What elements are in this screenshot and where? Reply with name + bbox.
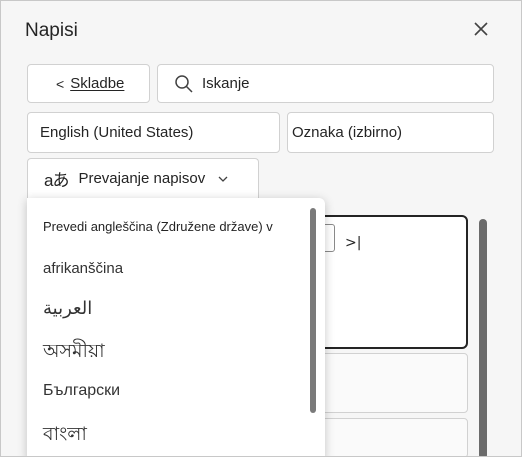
skip-to-end-icon[interactable]: >|: [345, 235, 361, 251]
tag-value: Oznaka (izbirno): [292, 124, 403, 141]
language-value: English (United States): [40, 124, 194, 141]
panel-title: Napisi: [25, 20, 78, 41]
translate-icon: aあ: [44, 171, 69, 190]
search-icon: [175, 74, 193, 93]
menu-item-language[interactable]: অসমীয়া: [43, 337, 105, 369]
caption-card[interactable]: [313, 353, 468, 413]
caption-card[interactable]: [313, 418, 468, 456]
translate-language-menu: Prevedi angleščina (Združene države) v a…: [27, 198, 325, 456]
menu-item-language[interactable]: বাংলা: [43, 420, 87, 452]
captions-panel: Napisi < Skladbe Iskanje English (United…: [0, 0, 522, 457]
back-to-tracks-button[interactable]: < Skladbe: [27, 64, 150, 103]
menu-item-language[interactable]: العربية: [43, 298, 92, 319]
menu-item-language[interactable]: afrikanščina: [43, 260, 123, 277]
back-arrow-icon: <: [56, 75, 65, 92]
search-input[interactable]: Iskanje: [157, 64, 494, 103]
menu-scrollbar[interactable]: [310, 208, 316, 413]
close-button[interactable]: [467, 15, 495, 43]
language-field[interactable]: English (United States): [27, 112, 280, 153]
close-icon[interactable]: [473, 21, 489, 37]
menu-item-language[interactable]: Български: [43, 382, 120, 400]
tag-field[interactable]: Oznaka (izbirno): [287, 112, 494, 153]
panel-scrollbar[interactable]: [479, 219, 487, 456]
chevron-down-icon: [218, 176, 228, 182]
search-value: Iskanje: [202, 75, 250, 92]
menu-header: Prevedi angleščina (Združene države) v: [43, 219, 273, 234]
translate-captions-button[interactable]: aあ Prevajanje napisov: [27, 158, 259, 198]
translate-label: Prevajanje napisov: [78, 170, 206, 187]
back-button-label: Skladbe: [70, 75, 125, 92]
